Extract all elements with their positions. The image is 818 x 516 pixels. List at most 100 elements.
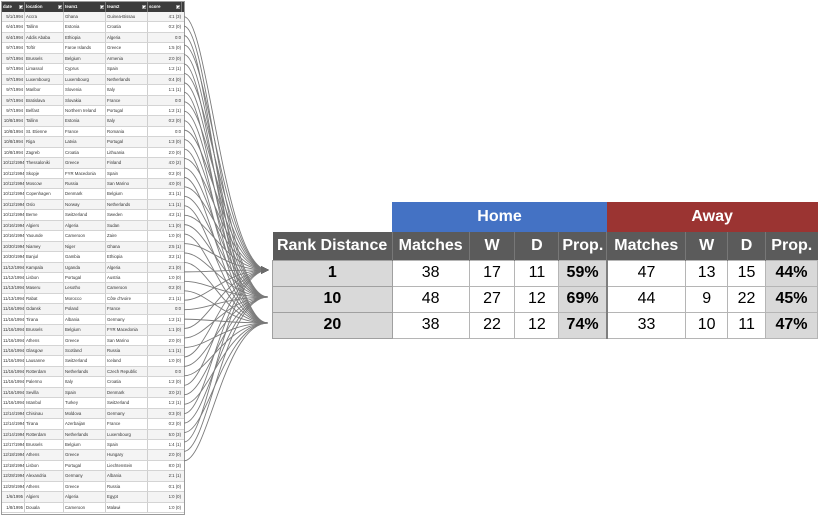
date-cell: 10/12/1994 bbox=[2, 189, 25, 199]
team1-cell: Uganda bbox=[64, 262, 106, 272]
connector-line bbox=[183, 296, 269, 367]
table-row: 11/16/1994 Brussels Belgium FYR Macedonia 1:… bbox=[2, 325, 184, 336]
home-draws-cell: 12 bbox=[514, 311, 560, 339]
connector-line bbox=[183, 266, 269, 330]
score-cell: 1:2 (0) bbox=[168, 379, 181, 385]
date-cell: 10/16/1994 bbox=[2, 231, 25, 241]
location-cell: Chisinau bbox=[25, 408, 64, 419]
sheet-header-row: date location team1 team2 score bbox=[2, 2, 184, 12]
team2-cell: Lithuania bbox=[106, 147, 148, 158]
team2-cell: Portugal bbox=[106, 137, 148, 147]
filter-icon[interactable] bbox=[100, 4, 104, 9]
connector-line bbox=[183, 25, 269, 298]
table-row: 12/29/1994 Athens Greece Russia 0:1 (0) bbox=[2, 481, 184, 493]
connector-line bbox=[183, 186, 269, 274]
table-row: 6/4/1994 Tallinn Estonia Croatia 0:2 (0) bbox=[2, 22, 184, 33]
date-cell: 10/12/1994 bbox=[2, 168, 25, 179]
team2-cell: Ghana bbox=[106, 241, 148, 252]
rank-distance-summary-table: Home Away Rank Distance Matches W D Prop… bbox=[272, 202, 818, 339]
team1-cell: Switzerland bbox=[64, 356, 106, 366]
team2-cell: Spain bbox=[106, 439, 148, 450]
date-cell: 11/16/1994 bbox=[2, 377, 25, 387]
header-score[interactable]: score bbox=[148, 2, 182, 12]
connector-line bbox=[183, 72, 269, 274]
table-row: 10/8/1994 Tallinn Estonia Italy 0:2 (0) bbox=[2, 116, 184, 127]
rank-distance-cell: 20 bbox=[272, 311, 393, 339]
connector-line bbox=[183, 261, 269, 324]
team2-cell: Czech Republic bbox=[106, 366, 148, 377]
score-cell: 3:0 (2) bbox=[168, 389, 181, 395]
team1-cell: Croatia bbox=[64, 147, 106, 158]
table-row: 9/7/1994 Luxembourg Luxembourg Netherlands 0… bbox=[2, 74, 184, 86]
away-wins-cell: 10 bbox=[685, 311, 729, 339]
date-cell: 9/7/1994 bbox=[2, 105, 25, 116]
location-cell: Tallinn bbox=[25, 22, 64, 32]
away-wins-cell: 9 bbox=[685, 285, 729, 313]
table-row: 10/12/1994 Copenhagen Denmark Belgium 3:1 (1… bbox=[2, 189, 184, 200]
team2-cell: Côte d'Ivoire bbox=[106, 293, 148, 304]
connector-line bbox=[183, 243, 269, 274]
table-row: 9/7/1994 Belfast Northern Ireland Portugal 1… bbox=[2, 105, 184, 117]
connector-line bbox=[183, 129, 269, 274]
team1-cell: Greece bbox=[64, 450, 106, 460]
connector-line bbox=[183, 101, 269, 274]
location-cell: Algiers bbox=[25, 492, 64, 502]
connector-line bbox=[183, 266, 269, 415]
table-row: 11/12/1994 Kampala Uganda Algeria 2:1 (0) bbox=[2, 262, 184, 273]
location-cell: Tallinn bbox=[25, 116, 64, 126]
table-row: 9/7/1994 Toftir Faroe Islands Greece 1:5 (0) bbox=[2, 43, 184, 54]
header-team1[interactable]: team1 bbox=[64, 2, 106, 12]
team1-cell: Algeria bbox=[64, 492, 106, 502]
header-location[interactable]: location bbox=[25, 2, 64, 12]
home-matches-cell: 38 bbox=[391, 311, 470, 339]
header-date[interactable]: date bbox=[2, 2, 25, 12]
away-draws-cell: 22 bbox=[727, 285, 766, 313]
filter-icon[interactable] bbox=[19, 4, 23, 9]
filter-icon[interactable] bbox=[176, 4, 180, 9]
table-row: 11/16/1994 Gdansk Poland France 0:0 bbox=[2, 304, 184, 315]
connector-line bbox=[183, 139, 269, 298]
table-row: 10/30/1994 Niamey Niger Ghana 2:5 (1) bbox=[2, 241, 184, 253]
date-cell: 10/8/1994 bbox=[2, 126, 25, 137]
team2-cell: Finland bbox=[106, 158, 148, 168]
location-cell: Zagreb bbox=[25, 147, 64, 158]
location-cell: Copenhagen bbox=[25, 189, 64, 199]
location-cell: Oslo bbox=[25, 199, 64, 210]
team2-cell: Algeria bbox=[106, 32, 148, 43]
score-cell: 3:2 (1) bbox=[168, 254, 181, 260]
home-prop-cell: 74% bbox=[558, 311, 608, 339]
table-row: 1 38 17 11 59% 47 13 15 44% bbox=[272, 259, 818, 287]
away-matches-cell: 33 bbox=[605, 311, 687, 339]
score-cell: 1:1 (1) bbox=[168, 201, 181, 207]
connector-line bbox=[183, 35, 269, 324]
date-cell: 9/7/1994 bbox=[2, 64, 25, 74]
header-team2[interactable]: team2 bbox=[106, 2, 148, 12]
location-cell: Gdansk bbox=[25, 304, 64, 314]
team1-cell: France bbox=[64, 126, 106, 137]
team1-cell: Greece bbox=[64, 158, 106, 168]
table-row: 12/14/1994 Tirana Azerbaijan France 0:2 (0) bbox=[2, 419, 184, 430]
connector-line bbox=[183, 176, 269, 324]
location-cell: Berne bbox=[25, 210, 64, 220]
team1-cell: Norway bbox=[64, 199, 106, 210]
connector-line bbox=[183, 16, 269, 274]
away-prop-header: Prop. bbox=[764, 232, 818, 260]
date-cell: 11/16/1994 bbox=[2, 346, 25, 356]
location-cell: Brussels bbox=[25, 53, 64, 64]
date-cell: 11/16/1994 bbox=[2, 335, 25, 346]
connector-line bbox=[183, 322, 269, 348]
filter-icon[interactable] bbox=[142, 4, 146, 9]
location-cell: Addis Ababa bbox=[25, 32, 64, 43]
rank-distance-cell: 1 bbox=[272, 259, 393, 287]
away-group-header: Away bbox=[606, 202, 818, 232]
team1-cell: Niger bbox=[64, 241, 106, 252]
sheet-body: 5/1/1994 Accra Ghana Guinea-Bissau 4:1 (3) 6/… bbox=[2, 12, 184, 513]
connector-line bbox=[183, 296, 269, 424]
score-cell: 8:0 (3) bbox=[168, 462, 181, 468]
connector-line bbox=[183, 120, 269, 324]
filter-icon[interactable] bbox=[58, 4, 62, 9]
table-row: 11/13/1994 Maseru Lesotho Cameroon 0:2 (0) bbox=[2, 283, 184, 294]
score-cell: 1:0 (0) bbox=[168, 274, 181, 280]
away-draws-cell: 11 bbox=[727, 311, 766, 339]
team1-cell: Belgium bbox=[64, 53, 106, 64]
